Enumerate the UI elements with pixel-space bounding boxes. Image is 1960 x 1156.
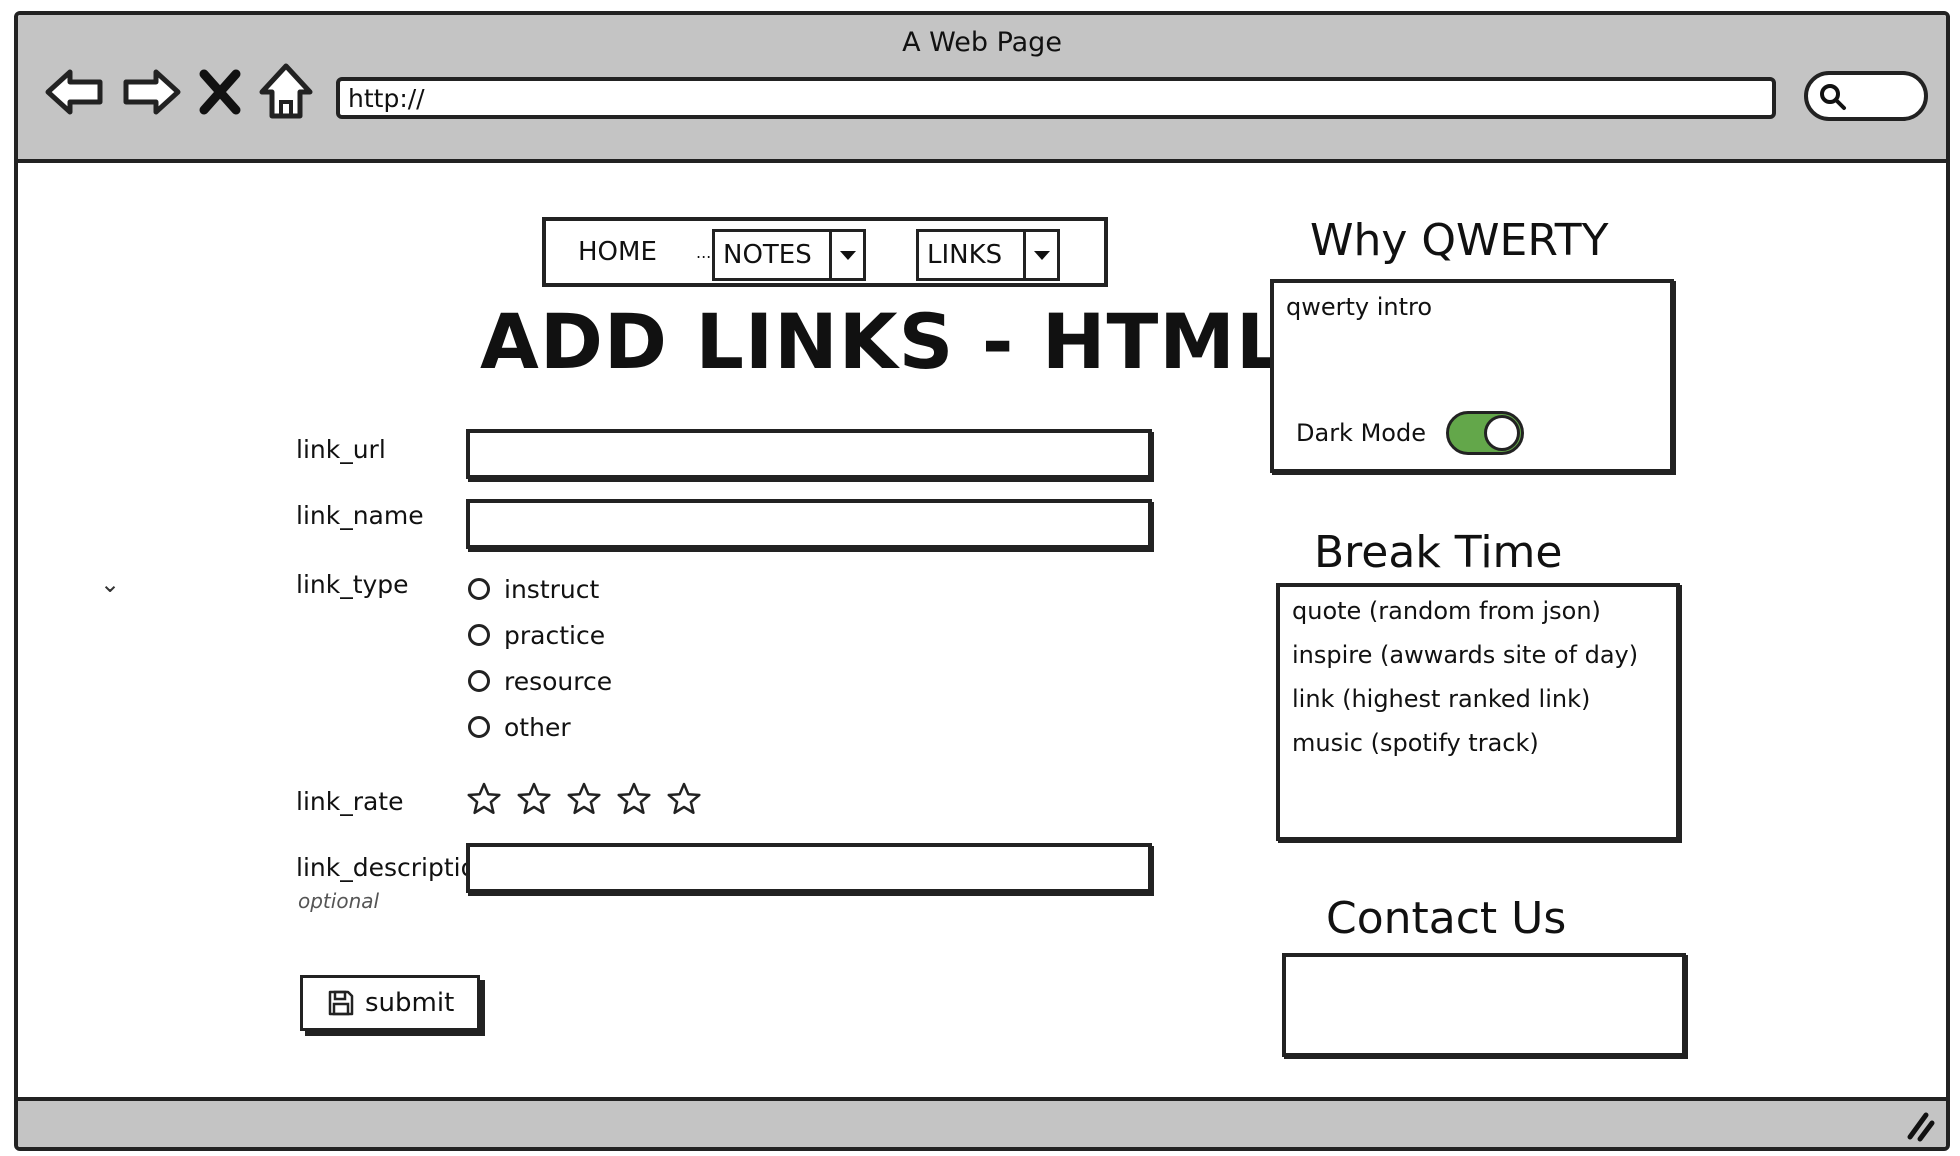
- home-icon[interactable]: [254, 60, 318, 124]
- radio-circle[interactable]: [468, 670, 490, 692]
- nav-notes-dropdown[interactable]: NOTES: [712, 229, 866, 281]
- link-rate-label: link_rate: [296, 787, 404, 816]
- window-title: A Web Page: [902, 27, 1062, 58]
- address-bar[interactable]: http://: [336, 77, 1776, 119]
- radio-label: resource: [504, 666, 613, 696]
- radio-circle[interactable]: [468, 716, 490, 738]
- link-url-input[interactable]: [466, 429, 1152, 479]
- toggle-knob: [1484, 415, 1520, 451]
- link-url-label: link_url: [296, 435, 386, 464]
- nav-notes-label: NOTES: [723, 240, 812, 270]
- contact-us-panel: [1282, 953, 1686, 1057]
- radio-circle[interactable]: [468, 624, 490, 646]
- status-bar: [18, 1097, 1946, 1147]
- break-time-panel: quote (random from json) inspire (awward…: [1276, 583, 1680, 841]
- star-icon[interactable]: [666, 781, 702, 817]
- nav-ellipsis: ...: [696, 243, 712, 262]
- back-arrow-icon[interactable]: [44, 60, 108, 124]
- nav-home-link[interactable]: HOME: [578, 237, 657, 267]
- star-icon[interactable]: [466, 781, 502, 817]
- nav-links-dropdown[interactable]: LINKS: [916, 229, 1060, 281]
- browser-window: A Web Page http:// HOME ... NOTES LINKS: [14, 11, 1950, 1151]
- star-icon[interactable]: [566, 781, 602, 817]
- save-icon: [328, 990, 354, 1016]
- close-x-icon[interactable]: [196, 60, 244, 124]
- contact-us-heading: Contact Us: [1326, 893, 1567, 944]
- break-item: link (highest ranked link): [1292, 685, 1591, 713]
- description-optional-note: optional: [298, 889, 380, 913]
- radio-resource[interactable]: resource: [468, 663, 612, 699]
- dark-mode-toggle[interactable]: [1446, 411, 1524, 455]
- browser-search-box[interactable]: [1804, 71, 1928, 121]
- search-icon: [1820, 84, 1846, 110]
- radio-instruct[interactable]: instruct: [468, 571, 599, 607]
- rating-stars: [466, 781, 702, 817]
- nav-links-label: LINKS: [927, 240, 1003, 270]
- dark-mode-label: Dark Mode: [1296, 419, 1426, 447]
- star-icon[interactable]: [516, 781, 552, 817]
- radio-label: practice: [504, 620, 606, 650]
- why-qwerty-panel: qwerty intro Dark Mode: [1270, 279, 1674, 473]
- chevron-down-icon[interactable]: ⌄: [100, 570, 120, 598]
- submit-button[interactable]: submit: [300, 975, 480, 1031]
- link-name-label: link_name: [296, 501, 424, 530]
- resize-grip-icon[interactable]: [1900, 1107, 1936, 1143]
- radio-other[interactable]: other: [468, 709, 571, 745]
- link-type-label: link_type: [296, 570, 409, 599]
- star-icon[interactable]: [616, 781, 652, 817]
- radio-circle[interactable]: [468, 578, 490, 600]
- chevron-down-icon: [829, 232, 863, 278]
- link-name-input[interactable]: [466, 499, 1152, 549]
- link-description-input[interactable]: [466, 843, 1152, 893]
- radio-practice[interactable]: practice: [468, 617, 605, 653]
- forward-arrow-icon[interactable]: [118, 60, 182, 124]
- submit-label: submit: [365, 988, 455, 1018]
- browser-chrome: A Web Page http://: [18, 15, 1946, 163]
- break-time-heading: Break Time: [1314, 527, 1563, 578]
- break-item: quote (random from json): [1292, 597, 1601, 625]
- break-item: music (spotify track): [1292, 729, 1539, 757]
- radio-label: instruct: [504, 574, 600, 604]
- top-nav: HOME ... NOTES LINKS: [542, 217, 1108, 287]
- chevron-down-icon: [1023, 232, 1057, 278]
- page-title: ADD LINKS - HTML: [480, 297, 1286, 386]
- break-item: inspire (awwards site of day): [1292, 641, 1639, 669]
- link-description-label: link_description: [296, 853, 468, 882]
- radio-label: other: [504, 712, 571, 742]
- qwerty-intro-text: qwerty intro: [1286, 293, 1433, 321]
- why-qwerty-heading: Why QWERTY: [1310, 215, 1609, 266]
